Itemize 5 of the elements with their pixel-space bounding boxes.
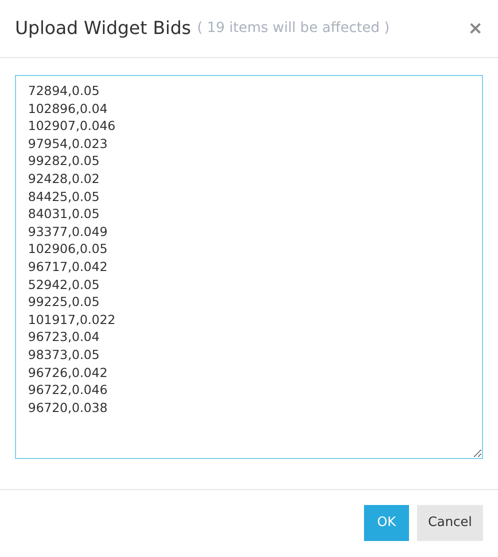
dialog-title: Upload Widget Bids xyxy=(15,17,192,41)
input-field[interactable]: 72894,0.05 102896,0.04 102907,0.046 97954,0.023 99282,0.05 92428,0.02 84425,0.05 84031,0.05 93377,0.049 102906,0.05 96717,0.042 52942,0.05 99225,0.05 101917,0.022 96723,0.04 98373,0.05 96726,0.042 96722,0.046 96720,0.038 xyxy=(15,75,483,459)
close-button[interactable]: × xyxy=(468,20,483,38)
cancel-button[interactable]: Cancel xyxy=(417,505,483,541)
dialog-subtitle: ( 19 items will be affected ) xyxy=(197,19,390,38)
